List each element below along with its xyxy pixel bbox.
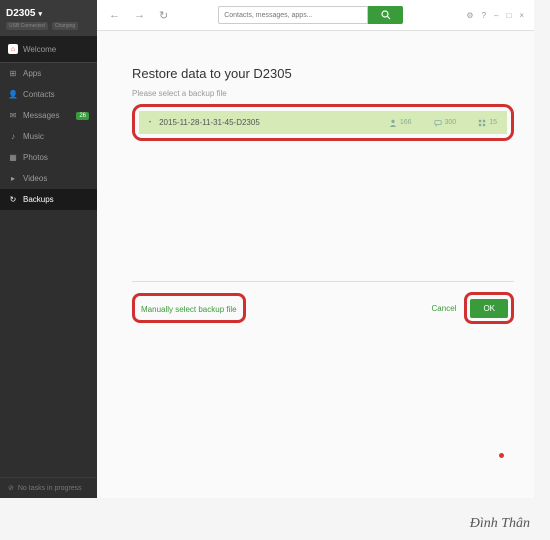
main: ← → ↻ ⚙ ? – □ × Restore data to your D23…	[97, 0, 534, 498]
window-controls: ⚙ ? – □ ×	[464, 10, 526, 21]
search-icon	[381, 10, 391, 20]
highlight-manual-link: Manually select backup file	[132, 293, 246, 323]
sidebar-item-label: Videos	[23, 174, 47, 183]
sidebar-item-contacts[interactable]: 👤 Contacts	[0, 84, 97, 105]
settings-icon[interactable]: ⚙	[464, 10, 475, 21]
page-subtitle: Please select a backup file	[132, 89, 514, 98]
sidebar-item-messages[interactable]: ✉ Messages 26	[0, 105, 97, 126]
music-icon: ♪	[8, 132, 18, 141]
sidebar-item-apps[interactable]: ⊞ Apps	[0, 63, 97, 84]
highlight-ok-button: OK	[464, 292, 514, 324]
search-wrap	[218, 6, 403, 24]
backup-messages-stat: 300	[434, 119, 457, 127]
toolbar: ← → ↻ ⚙ ? – □ ×	[97, 0, 534, 31]
highlight-backup-row: • 2015-11-28-11-31-45-D2305 166 300 15	[132, 104, 514, 141]
sidebar-item-welcome[interactable]: ⌂ Welcome	[0, 36, 97, 63]
device-name[interactable]: D2305 ▾	[6, 8, 91, 19]
usb-status: USB Connected	[6, 22, 48, 30]
sidebar-item-backups[interactable]: ↻ Backups	[0, 189, 97, 210]
red-dot-icon	[499, 453, 504, 458]
sidebar-item-photos[interactable]: ▦ Photos	[0, 147, 97, 168]
sidebar-item-music[interactable]: ♪ Music	[0, 126, 97, 147]
manual-select-link[interactable]: Manually select backup file	[141, 305, 237, 314]
contacts-icon: 👤	[8, 90, 18, 99]
back-button[interactable]: ←	[105, 7, 124, 23]
home-icon: ⌂	[8, 44, 18, 54]
search-input[interactable]	[218, 6, 368, 24]
app-window: D2305 ▾ USB Connected Charging ⌂ Welcome…	[0, 0, 534, 498]
device-header: D2305 ▾ USB Connected Charging	[0, 0, 97, 36]
forward-button[interactable]: →	[130, 7, 149, 23]
help-icon[interactable]: ?	[480, 10, 488, 21]
block-icon: ⊘	[8, 484, 14, 492]
sidebar-item-label: Contacts	[23, 90, 55, 99]
backups-icon: ↻	[8, 195, 18, 204]
message-icon	[434, 119, 442, 127]
maximize-button[interactable]: □	[504, 10, 513, 21]
sidebar-item-label: Messages	[23, 111, 59, 120]
sidebar-item-label: Apps	[23, 69, 41, 78]
videos-icon: ▸	[8, 174, 18, 183]
sidebar-item-label: Music	[23, 132, 44, 141]
content: Restore data to your D2305 Please select…	[97, 31, 534, 498]
charging-status: Charging	[52, 22, 78, 30]
cancel-button[interactable]: Cancel	[432, 304, 457, 313]
ok-button[interactable]: OK	[470, 299, 508, 318]
signature: Đình Thân	[470, 516, 530, 532]
apps-icon: ⊞	[8, 69, 18, 78]
refresh-button[interactable]: ↻	[155, 7, 172, 24]
close-button[interactable]: ×	[517, 10, 526, 21]
app-icon	[478, 119, 486, 127]
photos-icon: ▦	[8, 153, 18, 162]
backup-contacts-stat: 166	[389, 119, 412, 127]
sidebar: D2305 ▾ USB Connected Charging ⌂ Welcome…	[0, 0, 97, 498]
minimize-button[interactable]: –	[492, 10, 500, 21]
sidebar-item-videos[interactable]: ▸ Videos	[0, 168, 97, 189]
device-name-label: D2305	[6, 8, 35, 19]
messages-icon: ✉	[8, 111, 18, 120]
backup-file-row[interactable]: • 2015-11-28-11-31-45-D2305 166 300 15	[139, 111, 507, 134]
backup-apps-stat: 15	[478, 119, 497, 127]
sidebar-item-label: Welcome	[23, 45, 56, 54]
radio-icon: •	[149, 120, 151, 126]
footer-status-label: No tasks in progress	[18, 485, 82, 492]
bottom-action-row: Manually select backup file Cancel OK	[132, 281, 514, 324]
chevron-down-icon: ▾	[38, 10, 42, 18]
device-status: USB Connected Charging	[6, 22, 91, 30]
messages-badge: 26	[76, 112, 89, 120]
backup-filename: 2015-11-28-11-31-45-D2305	[159, 118, 367, 127]
page-title: Restore data to your D2305	[132, 66, 514, 81]
search-button[interactable]	[368, 6, 403, 24]
sidebar-item-label: Backups	[23, 195, 54, 204]
footer-status: ⊘ No tasks in progress	[0, 477, 97, 498]
sidebar-item-label: Photos	[23, 153, 48, 162]
contact-icon	[389, 119, 397, 127]
